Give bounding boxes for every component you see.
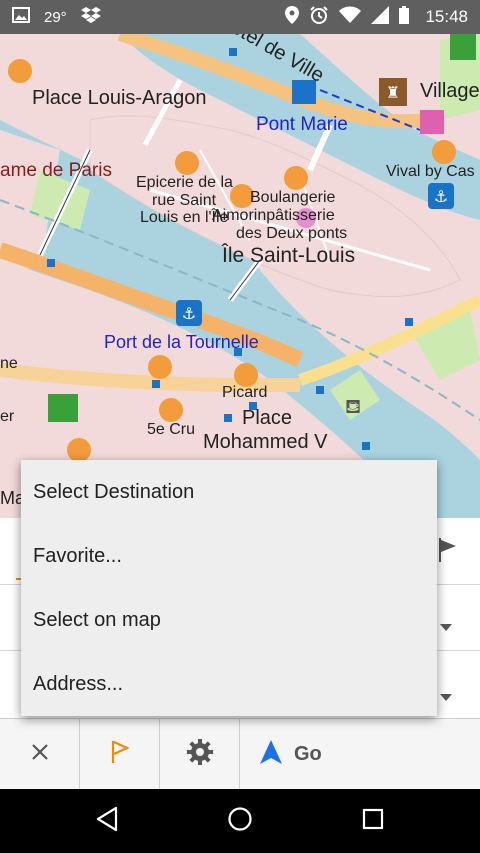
recents-icon [362,808,384,835]
dropbox-icon [80,6,101,29]
flag-button[interactable] [80,719,160,790]
bottom-toolbar: Go [0,718,480,790]
map-label: er [0,408,15,425]
map-label: Village [420,80,480,102]
map-label: Pont Marie [256,114,348,135]
close-icon [30,742,50,767]
status-bar: 29° 15:48 [0,0,480,34]
map-label: Aimorinpâtisserie [212,207,335,224]
map-label: ne [0,355,18,372]
atm-poi-icon[interactable] [420,110,444,134]
harbor-poi-icon[interactable]: ⚓ [176,300,202,326]
map-label: Mohammed V [203,431,328,453]
temperature-text: 29° [44,8,67,26]
close-button[interactable] [0,719,80,790]
menu-item-favorite[interactable]: Favorite... [21,524,437,588]
map-label: Epicerie de la [136,174,233,191]
swimming-poi-icon[interactable] [48,394,78,422]
flag-icon [110,740,130,769]
map-label: Vival by Cas [386,163,475,180]
signal-icon [371,5,390,29]
location-pin-icon [285,5,300,29]
map-label: ame de Paris [0,160,112,181]
menu-item-select-destination[interactable]: Select Destination [21,460,437,524]
wifi-icon [339,6,362,29]
recents-button[interactable] [333,789,413,853]
destination-menu: Select Destination Favorite... Select on… [21,460,437,716]
map-label: des Deux ponts [236,225,347,242]
svg-text:♜: ♜ [386,85,400,102]
navigation-arrow-icon [260,740,282,769]
map-label: Boulangerie [250,189,336,206]
wine-poi-icon[interactable] [159,398,183,422]
back-icon [95,806,119,837]
castle-poi-icon[interactable]: ♜ [379,78,407,106]
shop-poi-icon[interactable] [175,151,199,175]
battery-icon [399,5,410,29]
flag-icon [438,538,458,567]
bakery-poi-icon[interactable] [148,355,172,379]
svg-text:⚓: ⚓ [434,189,448,206]
go-button[interactable]: Go [240,719,480,790]
alarm-icon [309,5,329,30]
bakery-poi-icon[interactable] [284,166,308,190]
menu-item-select-on-map[interactable]: Select on map [21,588,437,652]
map-view[interactable]: ⚓ ⚓ ♜ ⛾ Hôtel de Ville Village Place Lou… [0,34,480,518]
map-label: Port de la Tournelle [104,332,259,352]
shop-poi-icon[interactable] [432,140,456,164]
map-label: rue Saint [152,192,217,209]
map-label: 5e Cru [147,421,195,438]
svg-text:⚓: ⚓ [182,306,196,323]
harbor-poi-icon[interactable]: ⚓ [428,183,454,209]
back-button[interactable] [67,789,147,853]
chevron-down-icon [440,624,452,631]
chevron-down-icon [440,694,452,701]
shop-poi-icon[interactable] [8,59,32,83]
shop-poi-icon[interactable] [67,438,91,462]
clock-time: 15:48 [425,7,468,26]
map-label: Place Louis-Aragon [32,87,207,109]
map-label: Place [242,407,292,429]
playground-poi-icon[interactable] [450,34,476,60]
system-nav-bar [0,789,480,853]
image-icon [12,6,30,28]
svg-text:⛾: ⛾ [345,396,361,418]
picnic-poi-icon[interactable]: ⛾ [345,396,361,418]
home-button[interactable] [200,789,280,853]
gear-icon [186,738,214,771]
map-label: Picard [222,384,267,401]
map-label: Île Saint-Louis [221,244,355,267]
menu-item-address[interactable]: Address... [21,652,437,716]
home-icon [227,806,253,837]
settings-button[interactable] [160,719,240,790]
go-label: Go [294,743,322,765]
